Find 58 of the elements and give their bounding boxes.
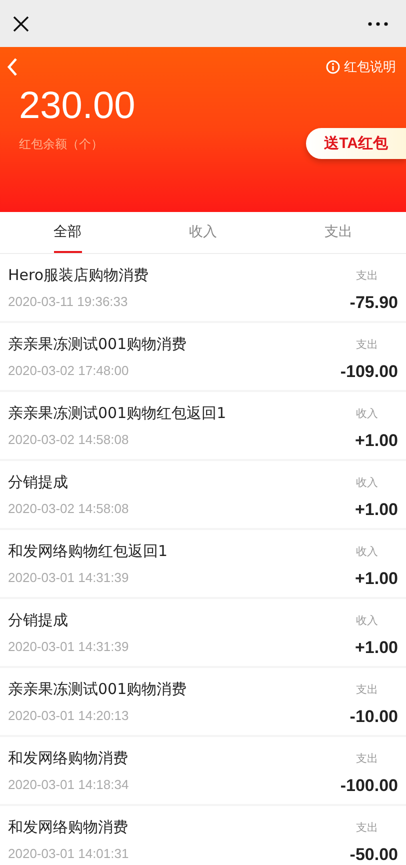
record-type: 收入	[356, 406, 378, 421]
record-title: 和发网络购物红包返回1	[8, 542, 168, 561]
record-amount: +1.00	[354, 500, 398, 520]
info-icon	[326, 60, 340, 74]
more-button[interactable]	[368, 22, 388, 26]
record-amount: -75.90	[350, 293, 398, 313]
back-button[interactable]	[6, 57, 18, 77]
record-time: 2020-03-02 17:48:00	[8, 363, 129, 378]
record-time: 2020-03-11 19:36:33	[8, 294, 128, 309]
record-amount: -50.00	[350, 845, 398, 865]
help-text: 红包说明	[344, 59, 396, 76]
record-title: 亲亲果冻测试001购物红包返回1	[8, 404, 226, 423]
record-title: 分销提成	[8, 473, 68, 492]
record-type: 收入	[356, 613, 378, 628]
record-type: 收入	[356, 544, 378, 559]
record-row[interactable]: 分销提成 2020-03-02 14:58:08 收入 +1.00	[0, 461, 406, 528]
record-title: 分销提成	[8, 611, 68, 630]
record-title: 和发网络购物消费	[8, 749, 128, 768]
record-title: Hero服装店购物消费	[8, 266, 149, 285]
close-icon	[12, 14, 30, 32]
record-row[interactable]: Hero服装店购物消费 2020-03-11 19:36:33 支出 -75.90	[0, 254, 406, 321]
filter-tab[interactable]: 支出	[324, 212, 352, 253]
record-type: 收入	[356, 475, 378, 490]
record-row[interactable]: 亲亲果冻测试001购物消费 2020-03-01 14:20:13 支出 -10.00	[0, 668, 406, 735]
record-time: 2020-03-01 14:31:39	[8, 570, 129, 585]
record-type: 支出	[356, 820, 378, 835]
record-time: 2020-03-01 14:01:31	[8, 846, 129, 861]
filter-tab[interactable]: 收入	[188, 212, 217, 253]
record-type: 支出	[356, 751, 378, 766]
record-row[interactable]: 和发网络购物红包返回1 2020-03-01 14:31:39 收入 +1.00	[0, 530, 406, 597]
record-time: 2020-03-02 14:58:08	[8, 432, 129, 447]
record-type: 支出	[356, 268, 378, 283]
record-type: 支出	[356, 682, 378, 697]
record-amount: -109.00	[340, 362, 398, 382]
record-amount: +1.00	[354, 569, 398, 589]
record-type: 支出	[356, 337, 378, 352]
record-amount: +1.00	[354, 638, 398, 658]
record-amount: +1.00	[354, 431, 398, 451]
close-button[interactable]	[12, 14, 30, 32]
balance-amount: 230.00	[19, 85, 136, 128]
record-title: 亲亲果冻测试001购物消费	[8, 680, 187, 699]
balance-label: 红包余额（个）	[19, 136, 104, 153]
send-gift-button[interactable]: 送TA红包	[306, 128, 406, 159]
record-row[interactable]: 和发网络购物消费 2020-03-01 14:01:31 支出 -50.00	[0, 806, 406, 865]
record-time: 2020-03-01 14:31:39	[8, 639, 129, 654]
record-row[interactable]: 亲亲果冻测试001购物红包返回1 2020-03-02 14:58:08 收入 +1.00	[0, 392, 406, 459]
record-title: 和发网络购物消费	[8, 818, 128, 837]
record-time: 2020-03-01 14:18:34	[8, 777, 129, 792]
record-row[interactable]: 和发网络购物消费 2020-03-01 14:18:34 支出 -100.00	[0, 737, 406, 804]
record-amount: -10.00	[350, 707, 398, 727]
record-title: 亲亲果冻测试001购物消费	[8, 335, 187, 354]
back-icon	[6, 57, 18, 77]
record-amount: -100.00	[340, 776, 398, 796]
record-row[interactable]: 亲亲果冻测试001购物消费 2020-03-02 17:48:00 支出 -109.00	[0, 323, 406, 390]
record-time: 2020-03-02 14:58:08	[8, 501, 129, 516]
record-time: 2020-03-01 14:20:13	[8, 708, 129, 723]
record-row[interactable]: 分销提成 2020-03-01 14:31:39 收入 +1.00	[0, 599, 406, 666]
more-icon	[368, 22, 388, 26]
